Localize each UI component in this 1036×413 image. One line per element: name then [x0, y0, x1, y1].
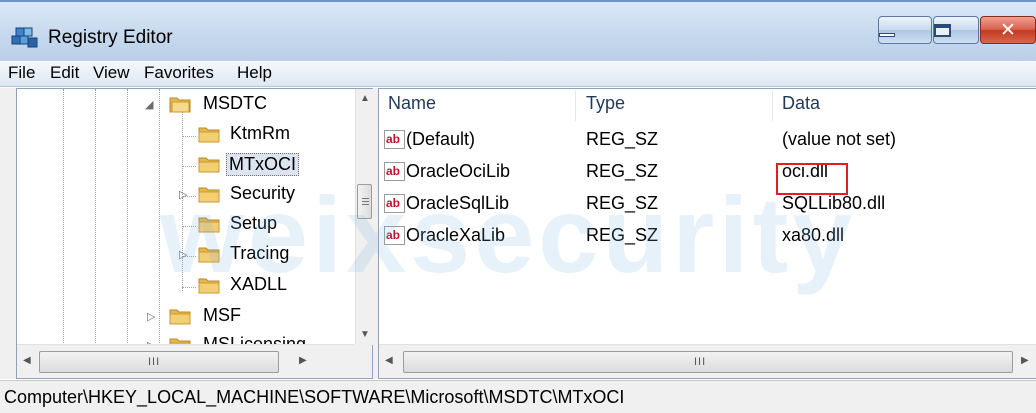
column-header-type[interactable]: Type [586, 93, 625, 114]
grip-mark: III [694, 356, 707, 368]
scroll-right-icon[interactable]: ▶ [299, 355, 307, 366]
tree-horizontal-scrollbar[interactable]: ◀ III ▶ [17, 344, 355, 378]
tree-item-label: KtmRm [230, 123, 290, 143]
expand-arrow-icon[interactable]: ▷ [147, 310, 155, 323]
scroll-thumb[interactable]: III [39, 351, 279, 373]
column-header-name[interactable]: Name [388, 93, 436, 114]
tree-item-label: MSF [203, 305, 241, 325]
watermark: weixsecurity [160, 174, 857, 295]
window-title: Registry Editor [48, 27, 173, 48]
tree-item-label: MSDTC [203, 93, 267, 113]
maximize-icon [934, 24, 951, 37]
value-data: (value not set) [782, 129, 897, 149]
scroll-thumb[interactable]: III [403, 351, 1013, 373]
scroll-up-icon[interactable]: ▲ [360, 93, 370, 104]
menu-file[interactable]: File [8, 63, 35, 83]
grip-mark: III [148, 356, 161, 368]
tree-item-msdtc[interactable]: ◢ MSDTC [17, 89, 353, 119]
column-divider[interactable] [772, 91, 773, 121]
scroll-left-icon[interactable]: ◀ [385, 355, 393, 366]
scroll-down-icon[interactable]: ▼ [360, 329, 370, 340]
value-name: (Default) [406, 129, 476, 149]
tree-item-ktmrm[interactable]: KtmRm [17, 119, 353, 149]
menu-edit[interactable]: Edit [50, 63, 79, 83]
window-frame-left [0, 88, 16, 379]
maximize-button[interactable] [933, 16, 979, 44]
registry-path: Computer\HKEY_LOCAL_MACHINE\SOFTWARE\Mic… [4, 387, 625, 407]
menu-view[interactable]: View [93, 63, 130, 83]
scrollbar-corner [354, 344, 372, 378]
column-header-data[interactable]: Data [782, 93, 820, 114]
collapse-arrow-icon[interactable]: ◢ [145, 98, 153, 111]
title-bar: Registry Editor ✕ [0, 0, 1036, 61]
close-icon: ✕ [1000, 19, 1016, 41]
scroll-right-icon[interactable]: ▶ [1021, 355, 1029, 366]
tree-item-mslicensing[interactable]: ▷ MSLicensing [17, 330, 353, 345]
minimize-icon [879, 33, 895, 37]
list-horizontal-scrollbar[interactable]: ◀ III ▶ [379, 344, 1036, 378]
value-row[interactable]: ab (Default) REG_SZ (value not set) [379, 125, 1036, 155]
column-divider[interactable] [575, 91, 576, 121]
folder-icon [198, 157, 220, 173]
registry-editor-icon [11, 27, 38, 48]
folder-open-icon [169, 97, 191, 113]
folder-icon [198, 127, 220, 143]
tree-item-msf[interactable]: ▷ MSF [17, 301, 353, 331]
menu-help[interactable]: Help [237, 63, 272, 83]
value-type: REG_SZ [586, 129, 659, 149]
menu-bar: File Edit View Favorites Help [0, 61, 1036, 87]
close-button[interactable]: ✕ [980, 16, 1036, 44]
scroll-left-icon[interactable]: ◀ [23, 355, 31, 366]
menu-favorites[interactable]: Favorites [144, 63, 214, 83]
string-value-icon: ab [384, 130, 405, 149]
folder-icon [169, 309, 191, 325]
minimize-button[interactable] [878, 16, 932, 44]
status-bar: Computer\HKEY_LOCAL_MACHINE\SOFTWARE\Mic… [0, 380, 1036, 413]
